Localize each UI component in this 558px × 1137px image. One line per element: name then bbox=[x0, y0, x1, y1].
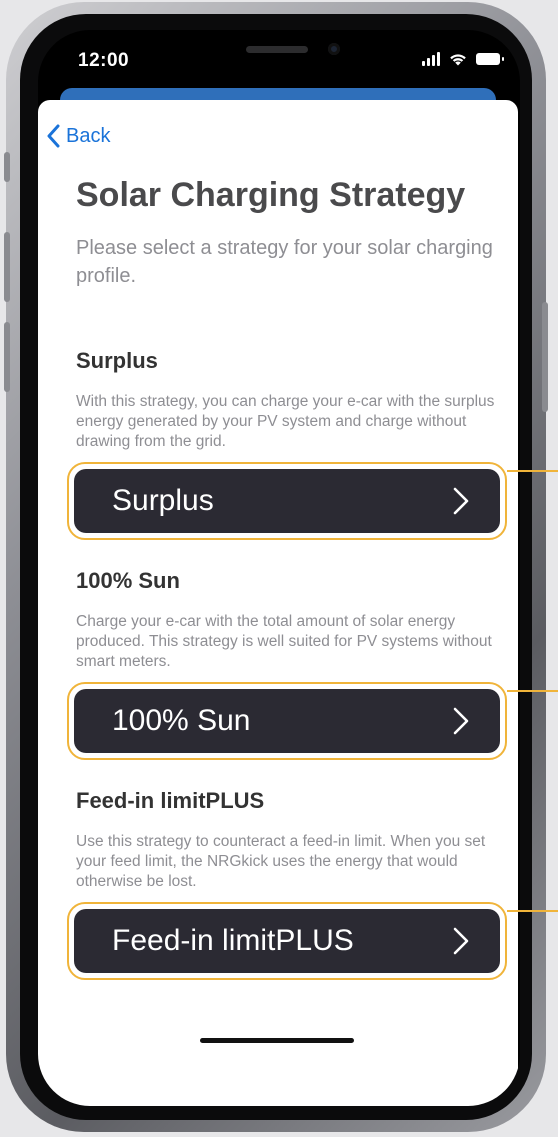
surplus-button[interactable]: Surplus bbox=[74, 469, 500, 533]
home-indicator[interactable] bbox=[200, 1038, 354, 1043]
strategy-heading-100-sun: 100% Sun bbox=[76, 568, 180, 593]
chevron-right-icon bbox=[453, 707, 469, 735]
surplus-button-label: Surplus bbox=[112, 484, 214, 517]
status-icons bbox=[422, 52, 504, 66]
chevron-left-icon bbox=[47, 124, 60, 148]
phone-screen: 12:00 Back Solar Charging Strategy Pleas… bbox=[38, 30, 520, 1106]
cellular-signal-icon bbox=[422, 52, 440, 66]
speaker-grille bbox=[246, 46, 308, 53]
back-label: Back bbox=[66, 124, 111, 147]
100-sun-button-label: 100% Sun bbox=[112, 704, 251, 737]
strategy-option-100-sun: 100% Sun bbox=[67, 682, 507, 760]
notch bbox=[150, 30, 406, 72]
power-button bbox=[542, 302, 548, 412]
feed-in-limitplus-button-label: Feed-in limitPLUS bbox=[112, 924, 354, 957]
silent-switch bbox=[4, 152, 10, 182]
chevron-right-icon bbox=[453, 487, 469, 515]
strategy-heading-feed-in-limitplus: Feed-in limitPLUS bbox=[76, 788, 265, 813]
strategy-description-feed-in-limitplus: Use this strategy to counteract a feed-i… bbox=[76, 833, 486, 890]
callout-line-100-sun bbox=[507, 690, 558, 692]
wifi-icon bbox=[450, 54, 466, 66]
modal-sheet: Back Solar Charging Strategy Please sele… bbox=[38, 100, 518, 1106]
strategy-option-feed-in-limitplus: Feed-in limitPLUS bbox=[67, 902, 507, 980]
callout-line-feed-in-limitplus bbox=[507, 910, 558, 912]
volume-down-button bbox=[4, 322, 10, 392]
battery-icon bbox=[476, 53, 504, 65]
page-subtitle: Please select a strategy for your solar … bbox=[76, 237, 493, 287]
front-camera bbox=[328, 43, 340, 55]
strategy-option-surplus: Surplus bbox=[67, 462, 507, 540]
strategy-description-100-sun: Charge your e-car with the total amount … bbox=[76, 613, 492, 670]
callout-line-surplus bbox=[507, 470, 558, 472]
strategy-description-surplus: With this strategy, you can charge your … bbox=[76, 393, 495, 450]
page-title: Solar Charging Strategy bbox=[76, 176, 466, 214]
chevron-right-icon bbox=[453, 927, 469, 955]
volume-up-button bbox=[4, 232, 10, 302]
status-time: 12:00 bbox=[78, 50, 130, 71]
strategy-heading-surplus: Surplus bbox=[76, 348, 158, 373]
back-button[interactable]: Back bbox=[46, 124, 110, 148]
feed-in-limitplus-button[interactable]: Feed-in limitPLUS bbox=[74, 909, 500, 973]
100-sun-button[interactable]: 100% Sun bbox=[74, 689, 500, 753]
